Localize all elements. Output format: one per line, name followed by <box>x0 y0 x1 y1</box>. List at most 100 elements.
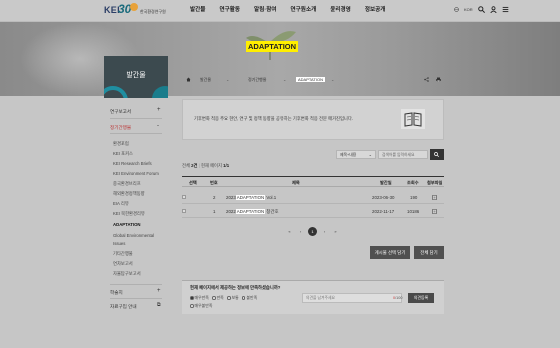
hero-title: ADAPTATION <box>246 41 299 52</box>
home-icon[interactable] <box>186 77 191 82</box>
row-checkbox[interactable] <box>182 195 186 199</box>
sidebar-item-purchase-guide[interactable]: 자료구입 안내 <box>110 304 162 310</box>
file-icon[interactable] <box>432 209 437 214</box>
page-prefix: 현재 페이지 <box>200 163 222 168</box>
sidebar-item-label: 정기간행물 <box>110 125 132 130</box>
chevron-down-icon[interactable]: ⌄ <box>283 77 286 82</box>
feedback-placeholder: 의견을 남겨주세요 <box>306 296 335 300</box>
site-logo[interactable]: KEI 30 한국환경연구원 <box>104 2 166 20</box>
sidebar-subitem[interactable]: EIA 리뷰 <box>113 201 129 207</box>
option-label: 만족 <box>216 295 224 300</box>
breadcrumb-item-periodicals[interactable]: 정기간행물 <box>248 77 266 83</box>
radio-satisfied[interactable]: 만족 <box>212 295 224 300</box>
sidebar-subitem[interactable]: 중국환경브리프 <box>113 181 141 187</box>
print-icon[interactable] <box>436 77 441 82</box>
sidebar-subitem[interactable]: Issues <box>113 241 125 246</box>
sidebar-subitem[interactable]: 연차보고서 <box>113 261 133 267</box>
col-title: 제목 <box>292 180 300 185</box>
submit-feedback-button[interactable]: 의견등록 <box>408 293 434 303</box>
chevron-down-icon[interactable]: ⌄ <box>226 77 229 82</box>
share-icon[interactable] <box>424 77 429 82</box>
nav-item-research[interactable]: 연구활동 <box>219 5 240 13</box>
option-label: 매우불만족 <box>194 303 213 308</box>
sidebar-subitem[interactable]: KEI Research Briefs <box>113 161 152 166</box>
table-row[interactable]: 2 2023ADAPTATION Vol.1 2023-06-30 190 <box>182 190 444 204</box>
radio-icon <box>227 296 231 300</box>
divider <box>110 284 162 285</box>
radio-icon <box>241 296 246 300</box>
chevron-down-icon[interactable]: ⌄ <box>331 77 334 82</box>
radio-very-satisfied[interactable]: 매우만족 <box>190 295 209 300</box>
user-icon[interactable] <box>490 6 497 13</box>
radio-dissatisfied[interactable]: 불만족 <box>241 295 257 300</box>
expand-icon[interactable]: + <box>157 107 161 113</box>
globe-icon <box>454 7 459 12</box>
sidebar-item-journal[interactable]: 학술지 <box>110 290 162 296</box>
sidebar-subitem-active[interactable]: ADAPTATION <box>113 222 141 227</box>
header-utilities: KOR <box>454 6 509 13</box>
menu-icon[interactable] <box>502 6 509 13</box>
counter-max: /100 <box>395 296 403 300</box>
radio-icon <box>212 296 216 300</box>
search-type-select[interactable]: 제목+내용 ⌄ <box>336 150 376 159</box>
radio-icon <box>190 304 194 308</box>
add-selected-button[interactable]: 게시물 선택 담기 <box>370 246 410 259</box>
nav-item-about[interactable]: 연구원소개 <box>291 5 317 13</box>
search-input[interactable]: 검색어를 입력하세요 <box>378 150 428 159</box>
page-button-current[interactable]: 1 <box>308 227 317 236</box>
language-selector[interactable]: KOR <box>464 7 473 12</box>
sidebar-item-periodicals[interactable]: 정기간행물 <box>110 125 162 131</box>
prev-page-button[interactable]: ‹ <box>295 229 306 234</box>
section-title-box: 발간물 <box>104 56 168 98</box>
sidebar-subitem[interactable]: 해외환경정책동향 <box>113 191 145 197</box>
nav-item-ethics[interactable]: 윤리경영 <box>330 5 351 13</box>
search-icon[interactable] <box>477 6 485 13</box>
search-button[interactable] <box>430 149 444 160</box>
next-page-button[interactable]: › <box>319 229 330 234</box>
col-select: 선택 <box>189 180 197 185</box>
intro-box: 기후변화 적응 주요 현안, 연구 및 정책 동향을 공유하는 기후변화 적응 … <box>182 99 444 140</box>
table-header: 선택 번호 제목 발간일 조회수 첨부파일 <box>182 176 444 187</box>
sidebar-subitem[interactable]: 기타간행물 <box>113 251 133 257</box>
sidebar-subitem[interactable]: 환경포럼 <box>113 141 129 147</box>
sidebar-item-reports[interactable]: 연구보고서 <box>110 109 162 115</box>
row-title[interactable]: 2022ADAPTATION 창간호 <box>226 209 279 215</box>
feedback-input[interactable]: 의견을 남겨주세요 <box>302 293 402 303</box>
book-icon <box>401 109 425 129</box>
radio-very-dissatisfied[interactable]: 매우불만족 <box>190 303 212 308</box>
nav-item-publications[interactable]: 발간물 <box>190 5 205 13</box>
file-icon[interactable] <box>432 195 437 200</box>
sidebar-subitem[interactable]: KEI 북한환경리뷰 <box>113 211 145 217</box>
page-indicator: 1/1 <box>223 163 230 168</box>
table-row[interactable]: 1 2022ADAPTATION 창간호 2022-11-17 10186 <box>182 204 444 218</box>
sidebar-subitem[interactable]: 자율탐구보고서 <box>113 271 141 277</box>
radio-neutral[interactable]: 보통 <box>227 295 239 300</box>
survey-question: 현재 페이지에서 제공하는 정보에 만족하셨습니까? <box>190 285 281 290</box>
row-date: 2022-11-17 <box>372 209 395 214</box>
col-views: 조회수 <box>407 180 419 185</box>
col-attachment: 첨부파일 <box>427 180 443 185</box>
breadcrumb-item-publications[interactable]: 발간물 <box>200 77 211 83</box>
breadcrumb-item-current[interactable]: ADAPTATION <box>296 77 325 82</box>
pagination: « ‹ 1 › » <box>284 227 341 236</box>
option-label: 매우만족 <box>194 295 209 300</box>
sidebar-subitem[interactable]: Global Environmental <box>113 233 154 238</box>
satisfaction-survey: 현재 페이지에서 제공하는 정보에 만족하셨습니까? 매우만족 만족 보통 불만… <box>182 280 444 314</box>
title-highlight: ADAPTATION <box>235 209 266 214</box>
nav-item-disclosure[interactable]: 정보공개 <box>365 5 386 13</box>
collapse-icon[interactable]: - <box>157 123 159 129</box>
count-total: 2건 <box>191 163 198 168</box>
external-link-icon[interactable]: ⧉ <box>157 302 161 308</box>
anniversary-badge-icon <box>130 3 138 11</box>
sidebar-subitem[interactable]: KEI Environment Forum <box>113 171 159 176</box>
sidebar-subitem[interactable]: KEI 포커스 <box>113 151 133 157</box>
row-checkbox[interactable] <box>182 209 186 213</box>
sidebar-item-label: 학술지 <box>110 290 123 295</box>
first-page-button[interactable]: « <box>284 229 295 234</box>
survey-options: 매우만족 만족 보통 불만족 <box>190 295 257 301</box>
add-all-button[interactable]: 전체 담기 <box>414 246 444 259</box>
row-title[interactable]: 2023ADAPTATION Vol.1 <box>226 195 276 200</box>
nav-item-news[interactable]: 알림·참여 <box>254 5 276 13</box>
last-page-button[interactable]: » <box>330 229 341 234</box>
expand-icon[interactable]: + <box>157 288 161 294</box>
